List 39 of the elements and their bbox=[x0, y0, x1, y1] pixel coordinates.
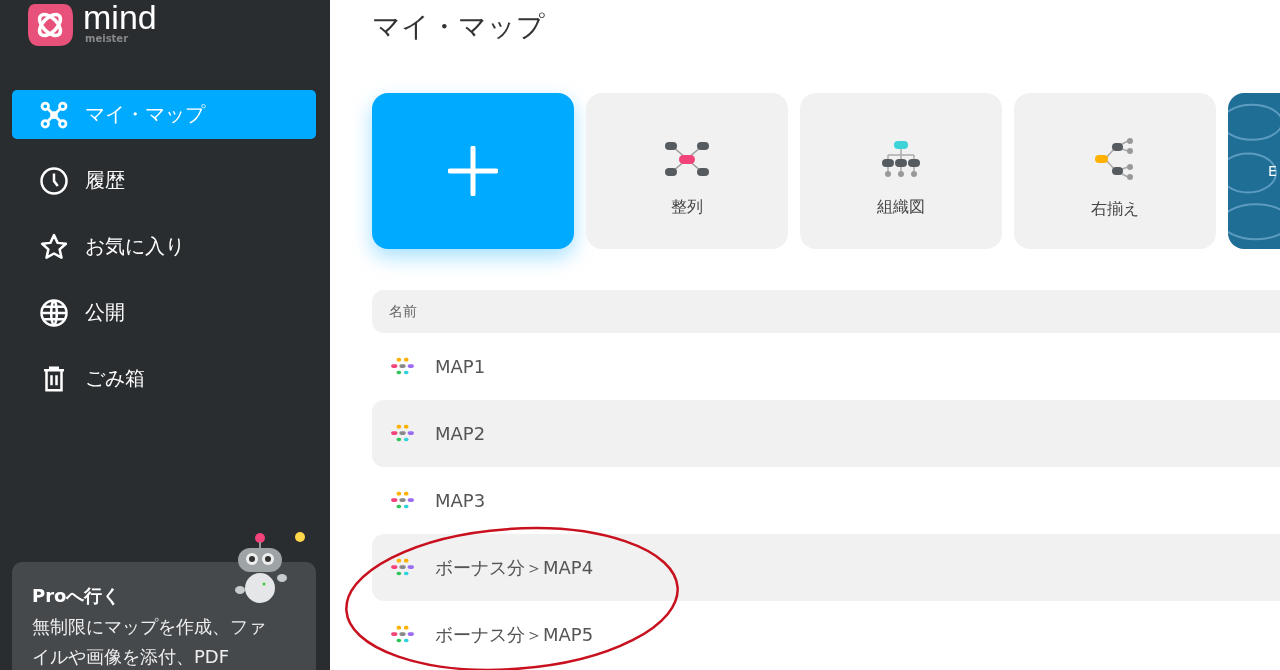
map-row[interactable]: ボーナス分＞MAP4 bbox=[372, 534, 1280, 601]
map-name: MAP3 bbox=[435, 490, 486, 511]
banner-label: E bbox=[1268, 163, 1277, 179]
clock-icon bbox=[39, 165, 69, 196]
logo-tagline: meister bbox=[85, 34, 130, 44]
nav-item[interactable]: 履歴 bbox=[12, 156, 316, 205]
logo-wordmark: mind bbox=[83, 0, 157, 34]
template-label: 右揃え bbox=[1091, 198, 1139, 220]
template-label: 組織図 bbox=[877, 196, 925, 218]
map-name: ボーナス分＞MAP4 bbox=[435, 555, 594, 580]
map-name: ボーナス分＞MAP5 bbox=[435, 622, 594, 647]
map-row[interactable]: ボーナス分＞MAP5 bbox=[372, 601, 1280, 668]
map-name: MAP1 bbox=[435, 356, 486, 377]
nav-label: お気に入り bbox=[85, 233, 185, 260]
plus-icon bbox=[448, 146, 498, 196]
map-name: MAP2 bbox=[435, 423, 486, 444]
nav-item[interactable]: 公開 bbox=[12, 288, 316, 337]
template-banner[interactable]: E bbox=[1228, 93, 1280, 249]
promo-title[interactable]: Proへ行く bbox=[32, 584, 121, 608]
template-label: 整列 bbox=[671, 196, 703, 218]
nav-item[interactable]: お気に入り bbox=[12, 222, 316, 271]
star-icon bbox=[39, 231, 69, 262]
map-row[interactable]: MAP1 bbox=[372, 333, 1280, 400]
template-card[interactable]: 組織図 bbox=[800, 93, 1002, 249]
map-row[interactable]: MAP3 bbox=[372, 467, 1280, 534]
nav-item[interactable]: ごみ箱 bbox=[12, 354, 316, 403]
nav-label: 履歴 bbox=[85, 167, 125, 194]
map-row[interactable]: MAP2 bbox=[372, 400, 1280, 467]
new-map-button[interactable] bbox=[372, 93, 574, 249]
promo-text: 無制限にマップを作成、ファイルや画像を添付、PDF bbox=[32, 615, 267, 669]
column-header[interactable]: 名前 bbox=[389, 302, 417, 321]
template-card[interactable]: 右揃え bbox=[1014, 93, 1216, 249]
globe-icon bbox=[39, 297, 69, 328]
nav-label: 公開 bbox=[85, 299, 125, 326]
page-title: マイ・マップ bbox=[372, 9, 546, 45]
nav-label: ごみ箱 bbox=[85, 365, 145, 392]
nav-label: マイ・マップ bbox=[85, 101, 205, 128]
template-card[interactable]: 整列 bbox=[586, 93, 788, 249]
mindmap-icon bbox=[39, 99, 69, 130]
